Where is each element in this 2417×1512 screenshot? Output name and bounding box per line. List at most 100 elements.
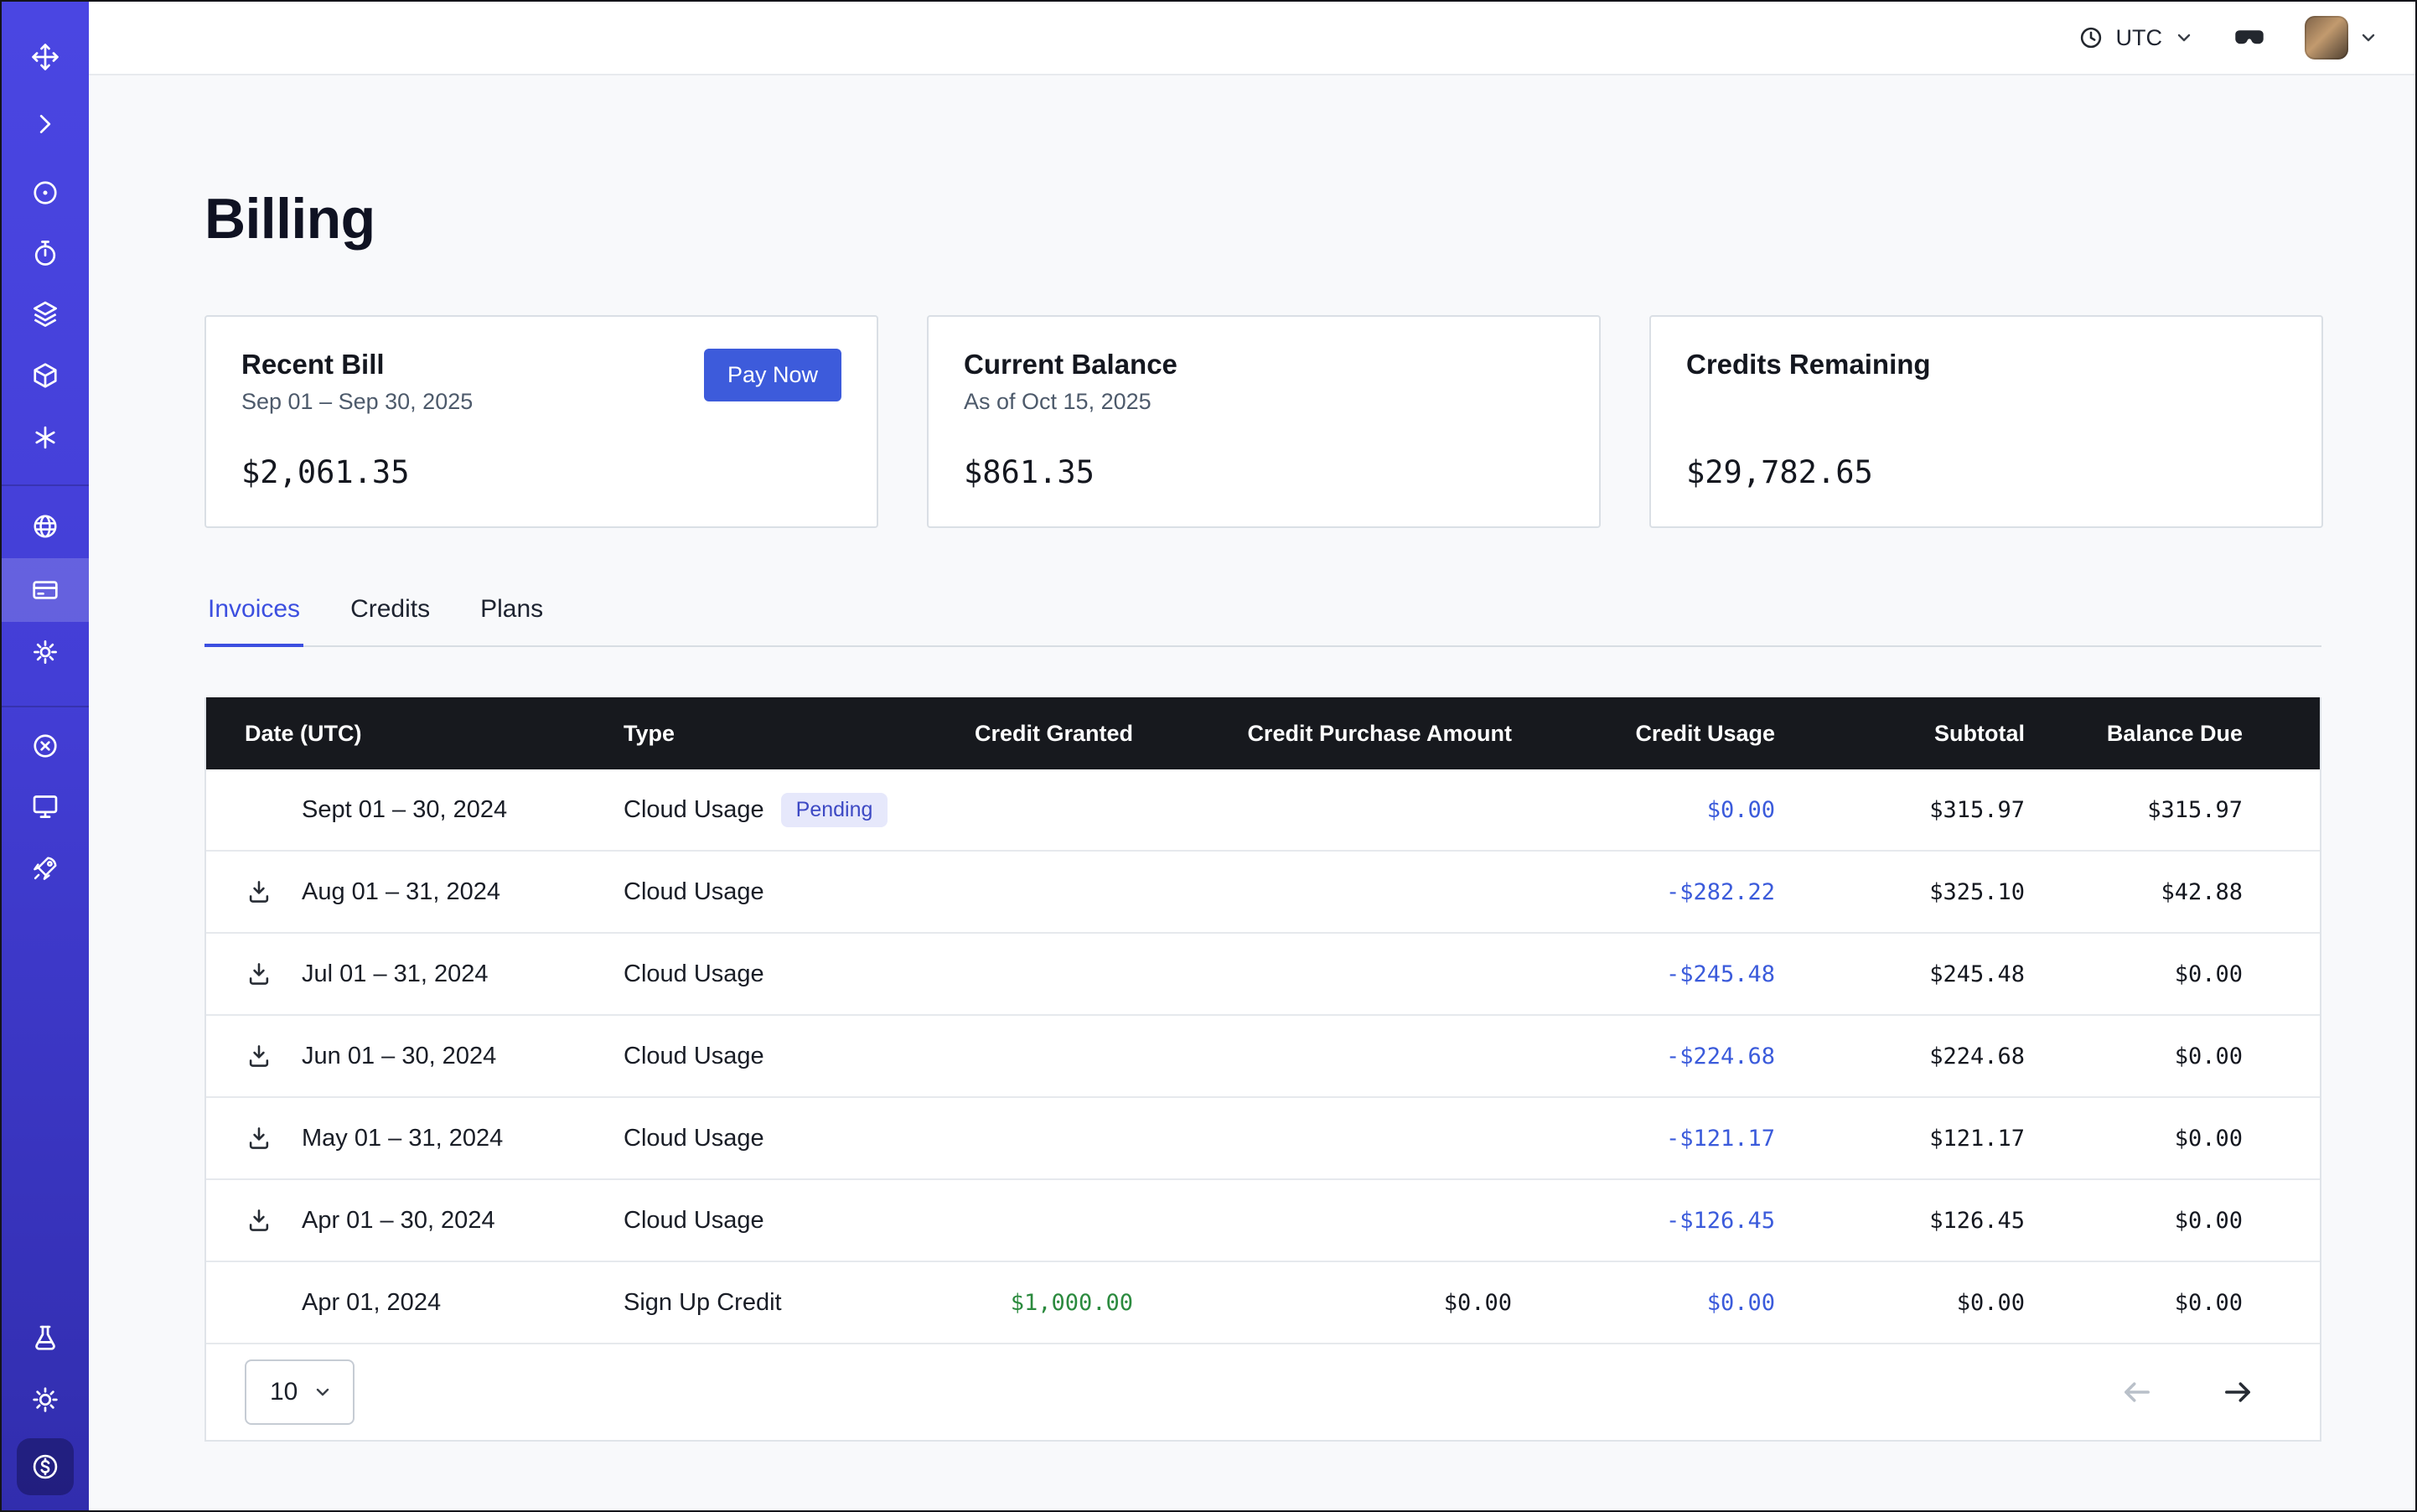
subtotal: $325.10 (1775, 879, 2025, 905)
card-subtitle: As of Oct 15, 2025 (964, 389, 1564, 419)
invoice-type: Cloud Usage (624, 796, 764, 824)
move-icon (30, 42, 60, 72)
download-invoice-button[interactable] (245, 1205, 288, 1235)
gear-icon (30, 637, 60, 667)
invoice-date: Jul 01 – 31, 2024 (302, 961, 489, 988)
sidebar-item-labs[interactable] (2, 1306, 89, 1370)
page-size-value: 10 (270, 1378, 298, 1406)
current-balance-card: Current Balance As of Oct 15, 2025 $861.… (927, 315, 1601, 528)
balance-due: $315.97 (2025, 797, 2323, 823)
billing-tabs: Invoices Credits Plans (204, 595, 2321, 647)
rocket-icon (30, 853, 60, 883)
sidebar-expand-button[interactable] (2, 92, 89, 156)
invoice-type: Cloud Usage (624, 961, 764, 988)
next-page-button[interactable] (2216, 1370, 2259, 1414)
layers-icon (30, 298, 60, 329)
goggles-icon (2231, 19, 2268, 56)
sidebar-item-network[interactable] (2, 495, 89, 558)
timezone-label: UTC (2116, 25, 2163, 51)
credit-usage: -$282.22 (1512, 879, 1775, 905)
arrow-right-icon (2219, 1374, 2256, 1411)
credit-usage: $0.00 (1512, 1290, 1775, 1316)
main-content: Billing Recent Bill Sep 01 – Sep 30, 202… (89, 75, 2415, 1510)
card-subtitle (1686, 389, 2286, 419)
sidebar-item-asterisk[interactable] (2, 406, 89, 469)
status-badge: Pending (781, 793, 888, 827)
prev-page-button[interactable] (2115, 1370, 2159, 1414)
balance-due: $0.00 (2025, 1126, 2323, 1152)
table-row: May 01 – 31, 2024 Cloud Usage -$121.17 $… (206, 1098, 2320, 1180)
col-credit-usage: Credit Usage (1512, 721, 1775, 747)
invoice-date: Apr 01 – 30, 2024 (302, 1207, 495, 1235)
col-subtotal: Subtotal (1775, 721, 2025, 747)
download-invoice-button[interactable] (245, 1041, 288, 1071)
clock-icon (2078, 24, 2104, 51)
monitor-icon (30, 791, 60, 821)
credit-usage: -$245.48 (1512, 961, 1775, 987)
topbar: UTC (89, 2, 2415, 75)
timezone-selector[interactable]: UTC (2078, 24, 2195, 51)
card-amount: $2,061.35 (241, 454, 841, 490)
sidebar-divider (2, 484, 89, 486)
card-amount: $861.35 (964, 454, 1564, 490)
sidebar-divider (2, 706, 89, 707)
sidebar-item-theme[interactable] (2, 1368, 89, 1432)
tab-plans[interactable]: Plans (477, 595, 546, 645)
page-title: Billing (204, 186, 2415, 251)
table-row: Apr 01 – 30, 2024 Cloud Usage -$126.45 $… (206, 1180, 2320, 1262)
subtotal: $121.17 (1775, 1126, 2025, 1152)
chevron-down-icon (313, 1382, 333, 1402)
sidebar-item-logo[interactable] (2, 25, 89, 89)
tab-invoices[interactable]: Invoices (204, 595, 303, 647)
chevron-right-icon (32, 111, 59, 137)
download-icon (245, 878, 273, 906)
sidebar-item-target[interactable] (2, 161, 89, 225)
download-invoice-button[interactable] (245, 959, 288, 989)
table-header: Date (UTC) Type Credit Granted Credit Pu… (206, 697, 2320, 769)
sidebar-item-circle-x[interactable] (2, 714, 89, 778)
subtotal: $224.68 (1775, 1043, 2025, 1069)
sidebar-item-rocket[interactable] (2, 836, 89, 900)
sidebar-item-billing[interactable] (2, 558, 89, 622)
chevron-down-icon (2174, 28, 2194, 48)
download-invoice-button[interactable] (245, 877, 288, 907)
invoice-type: Cloud Usage (624, 878, 764, 906)
balance-due: $0.00 (2025, 1208, 2323, 1234)
invoice-date: May 01 – 31, 2024 (302, 1125, 503, 1152)
sidebar-item-timer[interactable] (2, 221, 89, 285)
invoice-date: Sept 01 – 30, 2024 (302, 796, 507, 824)
table-row: Jul 01 – 31, 2024 Cloud Usage -$245.48 $… (206, 934, 2320, 1016)
arrow-left-icon (2119, 1374, 2156, 1411)
col-type: Type (624, 721, 935, 747)
sidebar-item-monitor[interactable] (2, 774, 89, 838)
table-row: Sept 01 – 30, 2024 Cloud Usage Pending $0… (206, 769, 2320, 852)
sidebar-item-cube[interactable] (2, 344, 89, 407)
user-menu[interactable] (2305, 16, 2378, 60)
sidebar-item-usage-cost[interactable] (2, 1433, 89, 1500)
download-icon (245, 1206, 273, 1235)
table-footer: 10 (206, 1344, 2320, 1440)
asterisk-icon (31, 423, 60, 452)
col-balance-due: Balance Due (2025, 721, 2323, 747)
credit-usage: -$121.17 (1512, 1126, 1775, 1152)
download-invoice-button[interactable] (245, 1123, 288, 1153)
pay-now-button[interactable]: Pay Now (704, 349, 841, 401)
card-title: Credits Remaining (1686, 349, 2286, 381)
goggles-button[interactable] (2231, 19, 2268, 56)
credit-usage: -$224.68 (1512, 1043, 1775, 1069)
credit-usage: $0.00 (1512, 797, 1775, 823)
subtotal: $0.00 (1775, 1290, 2025, 1316)
sidebar-item-layers[interactable] (2, 282, 89, 345)
tab-credits[interactable]: Credits (347, 595, 433, 645)
flask-icon (30, 1323, 60, 1353)
download-icon (245, 1124, 273, 1152)
summary-cards: Recent Bill Sep 01 – Sep 30, 2025 $2,061… (204, 315, 2415, 528)
credit-purchase: $0.00 (1133, 1290, 1512, 1316)
dollar-circle-icon (17, 1438, 74, 1495)
sidebar-item-settings[interactable] (2, 620, 89, 684)
credit-usage: -$126.45 (1512, 1208, 1775, 1234)
avatar (2305, 16, 2348, 60)
subtotal: $315.97 (1775, 797, 2025, 823)
target-icon (30, 178, 60, 208)
page-size-select[interactable]: 10 (245, 1359, 355, 1425)
